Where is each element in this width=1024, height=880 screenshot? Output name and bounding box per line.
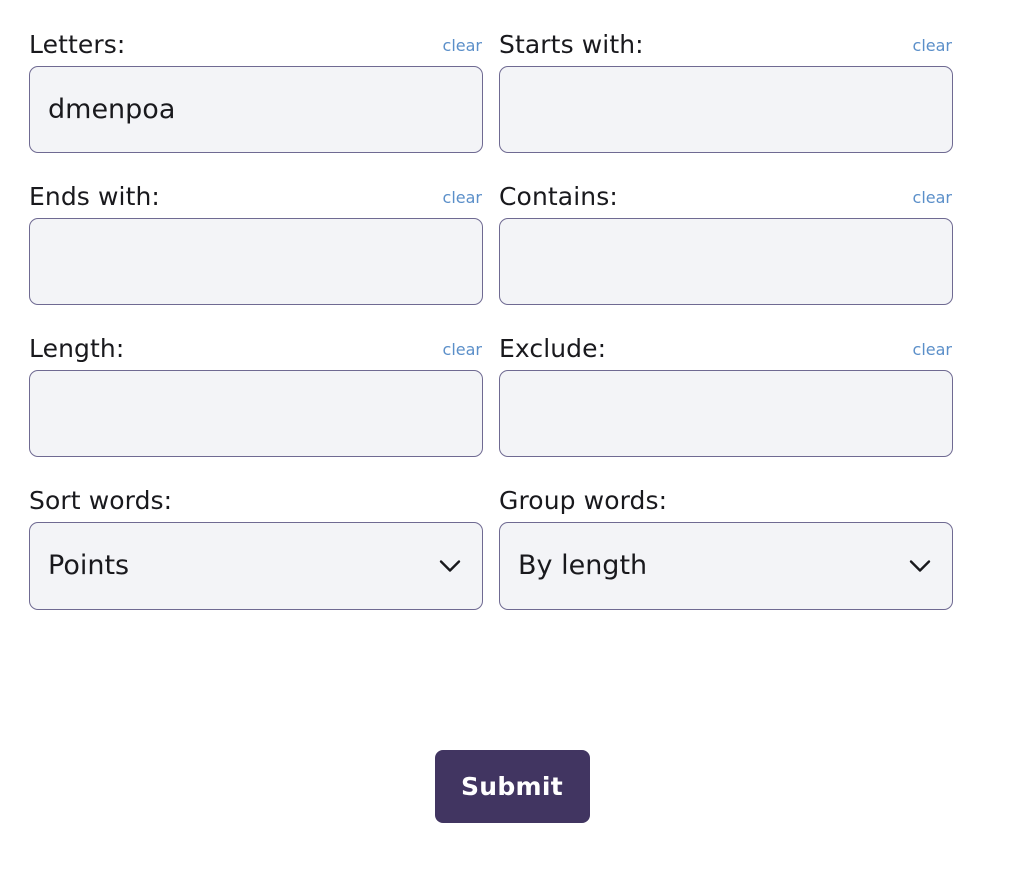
field-sort-words: Sort words: Points <box>29 482 483 610</box>
field-header-group-words: Group words: <box>499 482 953 515</box>
field-exclude: Exclude: clear <box>499 330 953 457</box>
label-letters: Letters: <box>29 30 126 59</box>
select-group-words[interactable]: By length <box>499 522 953 610</box>
input-starts-with[interactable] <box>499 66 953 153</box>
field-header-letters: Letters: clear <box>29 26 483 59</box>
input-length[interactable] <box>29 370 483 457</box>
clear-link-contains[interactable]: clear <box>913 189 953 211</box>
input-letters[interactable] <box>29 66 483 153</box>
field-header-ends-with: Ends with: clear <box>29 178 483 211</box>
clear-link-ends-with[interactable]: clear <box>443 189 483 211</box>
select-shell-sort-words: Points <box>29 522 483 610</box>
select-sort-words[interactable]: Points <box>29 522 483 610</box>
field-header-exclude: Exclude: clear <box>499 330 953 363</box>
clear-link-exclude[interactable]: clear <box>913 341 953 363</box>
field-group-words: Group words: By length <box>499 482 953 610</box>
clear-link-starts-with[interactable]: clear <box>913 37 953 59</box>
label-starts-with: Starts with: <box>499 30 644 59</box>
label-sort-words: Sort words: <box>29 486 173 515</box>
submit-button[interactable]: Submit <box>434 750 590 823</box>
filter-field-grid: Letters: clear Starts with: clear Ends w… <box>29 26 953 610</box>
clear-link-letters[interactable]: clear <box>443 37 483 59</box>
field-header-starts-with: Starts with: clear <box>499 26 953 59</box>
field-starts-with: Starts with: clear <box>499 26 953 153</box>
input-exclude[interactable] <box>499 370 953 457</box>
input-contains[interactable] <box>499 218 953 305</box>
field-contains: Contains: clear <box>499 178 953 305</box>
label-exclude: Exclude: <box>499 334 607 363</box>
field-header-sort-words: Sort words: <box>29 482 483 515</box>
label-ends-with: Ends with: <box>29 182 160 211</box>
submit-row: Submit <box>0 750 1024 823</box>
input-ends-with[interactable] <box>29 218 483 305</box>
clear-link-length[interactable]: clear <box>443 341 483 363</box>
field-header-length: Length: clear <box>29 330 483 363</box>
field-header-contains: Contains: clear <box>499 178 953 211</box>
label-contains: Contains: <box>499 182 618 211</box>
field-length: Length: clear <box>29 330 483 457</box>
field-letters: Letters: clear <box>29 26 483 153</box>
word-finder-form: Letters: clear Starts with: clear Ends w… <box>0 0 1024 880</box>
label-group-words: Group words: <box>499 486 668 515</box>
field-ends-with: Ends with: clear <box>29 178 483 305</box>
label-length: Length: <box>29 334 125 363</box>
select-shell-group-words: By length <box>499 522 953 610</box>
